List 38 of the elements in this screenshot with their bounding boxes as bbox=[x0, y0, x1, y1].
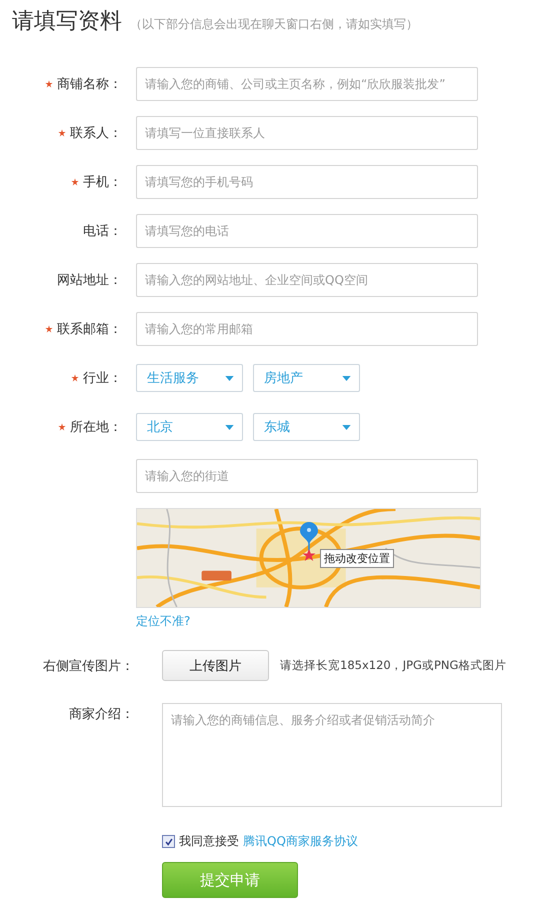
agreement-link[interactable]: 腾讯QQ商家服务协议 bbox=[243, 833, 358, 850]
dropdown[interactable]: 北京 bbox=[136, 413, 243, 441]
input-field[interactable]: 请输入您的常用邮箱 bbox=[136, 312, 478, 346]
field-label: 所在地： bbox=[70, 419, 122, 436]
upload-button[interactable]: 上传图片 bbox=[162, 650, 269, 681]
agree-checkbox[interactable] bbox=[162, 835, 175, 848]
upload-hint: 请选择长宽185x120，JPG或PNG格式图片 bbox=[280, 658, 506, 673]
input-field[interactable]: 请填写您的电话 bbox=[136, 214, 478, 248]
field-label: 电话： bbox=[83, 223, 122, 240]
field-label: 右侧宣传图片： bbox=[42, 658, 134, 674]
locate-link[interactable]: 定位不准? bbox=[136, 613, 190, 630]
dropdown[interactable]: 东城 bbox=[253, 413, 360, 441]
caret-icon bbox=[342, 424, 351, 430]
field-label: 联系邮箱： bbox=[57, 321, 122, 338]
field-label: 联系人： bbox=[70, 125, 122, 142]
check-icon bbox=[164, 836, 174, 846]
page-subtitle: （以下部分信息会出现在聊天窗口右侧，请如实填写） bbox=[130, 16, 418, 33]
caret-icon bbox=[225, 376, 234, 380]
dropdown[interactable]: 房地产 bbox=[253, 364, 360, 392]
input-field[interactable]: 请填写一位直接联系人 bbox=[136, 116, 478, 150]
input-field[interactable]: 请填写您的手机号码 bbox=[136, 165, 478, 199]
field-label: 手机： bbox=[83, 174, 122, 191]
agreement-text: 我同意接受 bbox=[179, 833, 239, 850]
field-label: 商家介绍： bbox=[68, 706, 134, 723]
map-tooltip: 拖动改变位置 bbox=[320, 549, 394, 568]
input-field[interactable]: 请输入您的网站地址、企业空间或QQ空间 bbox=[136, 263, 478, 297]
caret-icon bbox=[225, 424, 234, 430]
field-label: 行业： bbox=[83, 370, 122, 387]
map-pin-icon bbox=[299, 521, 319, 563]
caret-icon bbox=[342, 376, 351, 380]
intro-textarea[interactable]: 请输入您的商铺信息、服务介绍或者促销活动简介 bbox=[162, 703, 502, 807]
submit-button[interactable]: 提交申请 bbox=[162, 862, 298, 898]
dropdown[interactable]: 生活服务 bbox=[136, 364, 243, 392]
field-label: 商铺名称： bbox=[57, 76, 122, 93]
field-label: 网站地址： bbox=[57, 272, 122, 289]
page-title: 请填写资料 bbox=[12, 8, 122, 36]
input-field[interactable]: 请输入您的街道 bbox=[136, 459, 478, 493]
input-field[interactable]: 请输入您的商铺、公司或主页名称，例如“欣欣服装批发” bbox=[136, 67, 478, 101]
